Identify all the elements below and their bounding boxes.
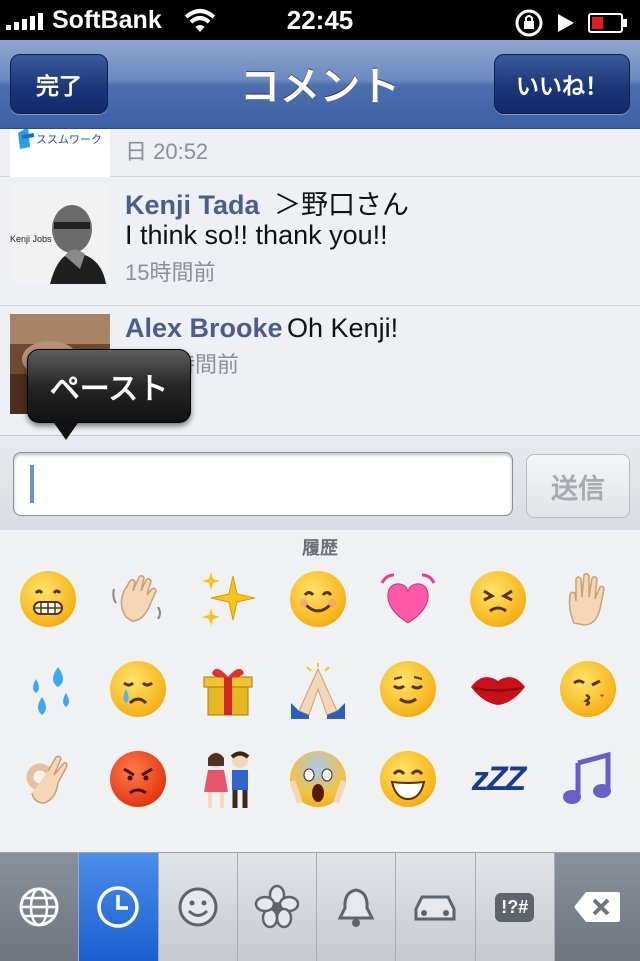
navigation-bar: 完了 コメント いいね！ bbox=[0, 40, 640, 129]
symbols-icon[interactable]: !?# bbox=[476, 853, 555, 961]
delete-icon[interactable] bbox=[554, 853, 640, 961]
sweat-droplets-icon[interactable] bbox=[3, 644, 93, 734]
avatar-caption: Kenji Jobs bbox=[10, 234, 52, 244]
play-icon bbox=[556, 12, 576, 39]
comment-time: 日 20:52 bbox=[125, 139, 209, 164]
battery-icon bbox=[588, 12, 628, 39]
grimacing-face-icon[interactable] bbox=[3, 554, 93, 644]
flower-icon[interactable] bbox=[238, 853, 318, 961]
bell-icon[interactable] bbox=[317, 853, 397, 961]
crying-face-icon[interactable] bbox=[93, 644, 183, 734]
persevering-face-icon[interactable] bbox=[453, 554, 543, 644]
emoji-keyboard: 履歴 zZZ bbox=[0, 530, 640, 852]
globe-icon[interactable] bbox=[0, 853, 80, 961]
send-button[interactable]: 送信 bbox=[526, 454, 630, 518]
car-icon[interactable] bbox=[396, 853, 476, 961]
comment-text-field[interactable] bbox=[13, 452, 513, 516]
kiss-mark-icon[interactable] bbox=[453, 644, 543, 734]
like-button[interactable]: いいね！ bbox=[494, 54, 630, 114]
couple-icon[interactable] bbox=[183, 734, 273, 824]
waving-hand-icon[interactable] bbox=[93, 554, 183, 644]
avatar-logo-text: ススムワーク bbox=[36, 133, 102, 146]
rotation-lock-icon bbox=[514, 8, 544, 43]
screaming-face-icon[interactable] bbox=[273, 734, 363, 824]
smiling-face-icon[interactable] bbox=[273, 554, 363, 644]
smiley-icon[interactable] bbox=[159, 853, 238, 961]
avatar: ススムワーク bbox=[10, 129, 110, 177]
raised-hand-icon[interactable] bbox=[543, 554, 633, 644]
symbols-label: !?# bbox=[495, 892, 535, 922]
comment-item: ススムワーク 日 20:52 bbox=[0, 129, 640, 177]
relieved-face-icon[interactable] bbox=[363, 644, 453, 734]
comment-time: 15時間前 bbox=[125, 260, 216, 285]
status-bar: SoftBank 22:45 bbox=[0, 0, 640, 40]
comment-inline-text: Oh Kenji! bbox=[287, 313, 399, 343]
commenter-name[interactable]: Alex Brooke bbox=[125, 313, 283, 343]
zzz-icon[interactable]: zZZ bbox=[453, 734, 543, 824]
angry-face-icon[interactable] bbox=[93, 734, 183, 824]
folded-hands-icon[interactable] bbox=[273, 644, 363, 734]
ok-hand-icon[interactable] bbox=[3, 734, 93, 824]
paste-menu-button[interactable]: ペースト bbox=[27, 349, 191, 423]
gift-icon[interactable] bbox=[183, 644, 273, 734]
beating-heart-icon[interactable] bbox=[363, 554, 453, 644]
comment-item: Kenji Jobs Kenji Tada ＞野口さん I think so!!… bbox=[0, 176, 640, 306]
kissing-face-icon[interactable] bbox=[543, 644, 633, 734]
text-caret bbox=[30, 465, 34, 503]
comment-inline-text: ＞野口さん bbox=[273, 190, 409, 220]
zzz-text: zZZ bbox=[471, 759, 527, 798]
commenter-name[interactable]: Kenji Tada bbox=[125, 190, 260, 220]
tooltip-arrow bbox=[52, 420, 80, 440]
sparkles-icon[interactable] bbox=[183, 554, 273, 644]
recent-clock-icon[interactable] bbox=[79, 853, 159, 961]
emoji-category-bar: !?# bbox=[0, 852, 640, 961]
musical-notes-icon[interactable] bbox=[543, 734, 633, 824]
grinning-face-icon[interactable] bbox=[363, 734, 453, 824]
avatar[interactable]: Kenji Jobs bbox=[10, 184, 110, 284]
comment-input-bar: 送信 bbox=[0, 435, 640, 531]
comment-text: I think so!! thank you!! bbox=[125, 220, 388, 250]
